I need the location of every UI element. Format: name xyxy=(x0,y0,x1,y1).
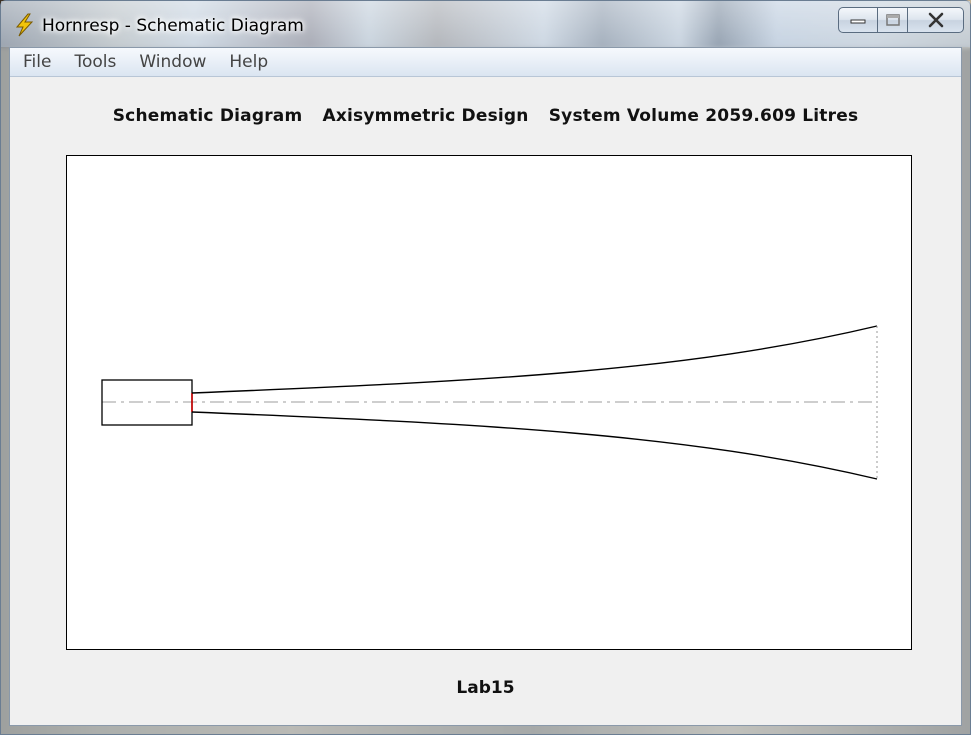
maximize-button[interactable] xyxy=(878,7,908,33)
record-label: Lab15 xyxy=(456,678,515,698)
diagram-heading: Schematic Diagram Axisymmetric Design Sy… xyxy=(10,106,961,126)
minimize-icon xyxy=(850,19,866,24)
horn-upper-wall xyxy=(191,325,878,394)
schematic-plot xyxy=(66,155,912,650)
title-bar[interactable]: Hornresp - Schematic Diagram xyxy=(1,1,970,47)
lightning-icon xyxy=(15,13,34,37)
menu-help[interactable]: Help xyxy=(216,52,278,72)
menu-tools[interactable]: Tools xyxy=(61,52,126,72)
close-icon xyxy=(928,12,943,28)
app-window: Hornresp - Schematic Diagram File Tools … xyxy=(0,0,971,735)
window-title: Hornresp - Schematic Diagram xyxy=(42,16,304,36)
menu-window[interactable]: Window xyxy=(126,52,216,72)
close-button[interactable] xyxy=(908,7,964,33)
caption-buttons xyxy=(838,7,964,33)
menu-bar: File Tools Window Help xyxy=(10,48,961,77)
maximize-icon xyxy=(885,14,900,26)
horn-lower-wall xyxy=(191,411,878,480)
minimize-button[interactable] xyxy=(838,7,878,33)
schematic-svg xyxy=(101,325,878,480)
heading-schematic: Schematic Diagram xyxy=(112,106,303,126)
menu-file[interactable]: File xyxy=(10,52,61,72)
heading-volume: System Volume 2059.609 Litres xyxy=(548,106,859,126)
heading-design: Axisymmetric Design xyxy=(322,106,529,126)
client-area: File Tools Window Help Schematic Diagram… xyxy=(9,47,962,726)
